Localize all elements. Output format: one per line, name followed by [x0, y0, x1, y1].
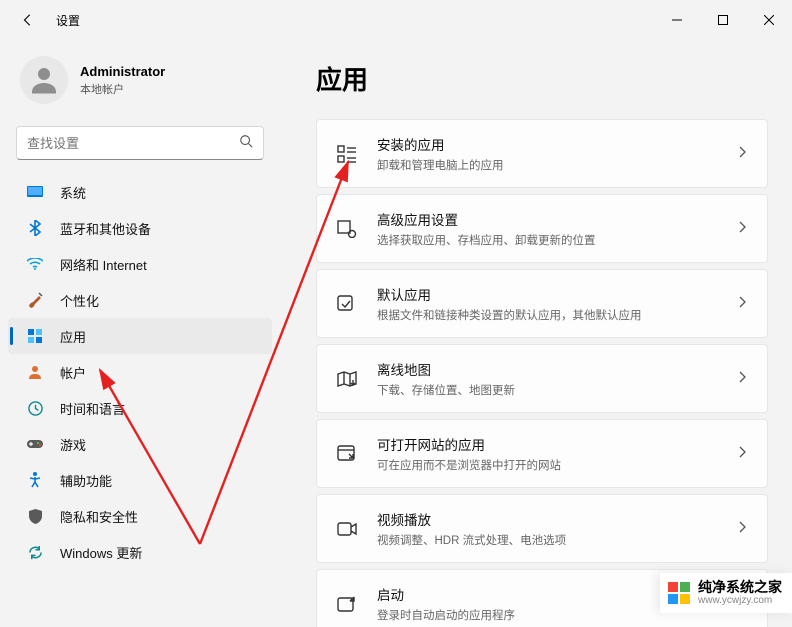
card-subtitle: 可在应用而不是浏览器中打开的网站	[377, 457, 739, 473]
accessibility-icon	[26, 471, 44, 489]
sidebar-item-bluetooth[interactable]: 蓝牙和其他设备	[8, 210, 272, 246]
nav-list: 系统 蓝牙和其他设备 网络和 Internet 个性化 应用 帐户	[8, 174, 272, 570]
bluetooth-icon	[26, 219, 44, 237]
sidebar-item-privacy[interactable]: 隐私和安全性	[8, 498, 272, 534]
website-apps-icon	[335, 442, 359, 466]
update-icon	[26, 543, 44, 561]
map-icon	[335, 367, 359, 391]
card-default-apps[interactable]: 默认应用 根据文件和链接种类设置的默认应用，其他默认应用	[316, 269, 768, 338]
search-input[interactable]	[27, 136, 239, 151]
sidebar-item-label: 网络和 Internet	[60, 255, 147, 274]
titlebar: 设置	[0, 0, 792, 40]
card-offline-maps[interactable]: 离线地图 下载、存储位置、地图更新	[316, 344, 768, 413]
card-subtitle: 卸载和管理电脑上的应用	[377, 157, 739, 173]
user-name: Administrator	[80, 64, 165, 79]
minimize-button[interactable]	[654, 0, 700, 40]
sidebar-item-accounts[interactable]: 帐户	[8, 354, 272, 390]
card-subtitle: 根据文件和链接种类设置的默认应用，其他默认应用	[377, 307, 739, 323]
chevron-right-icon	[739, 220, 747, 238]
window-controls	[654, 0, 792, 40]
sidebar-item-label: 应用	[60, 327, 86, 346]
sidebar: Administrator 本地帐户 系统 蓝牙和其他设备 网络和 Intern…	[0, 40, 280, 627]
sidebar-item-windows-update[interactable]: Windows 更新	[8, 534, 272, 570]
sidebar-item-network[interactable]: 网络和 Internet	[8, 246, 272, 282]
gaming-icon	[26, 435, 44, 453]
sidebar-item-label: 时间和语言	[60, 399, 125, 418]
search-icon	[239, 134, 253, 153]
maximize-button[interactable]	[700, 0, 746, 40]
card-subtitle: 下载、存储位置、地图更新	[377, 382, 739, 398]
watermark-logo	[668, 582, 690, 604]
card-title: 可打开网站的应用	[377, 434, 739, 454]
chevron-right-icon	[739, 295, 747, 313]
sidebar-item-system[interactable]: 系统	[8, 174, 272, 210]
sidebar-item-accessibility[interactable]: 辅助功能	[8, 462, 272, 498]
startup-icon	[335, 592, 359, 616]
card-installed-apps[interactable]: 安装的应用 卸载和管理电脑上的应用	[316, 119, 768, 188]
sidebar-item-apps[interactable]: 应用	[8, 318, 272, 354]
chevron-right-icon	[739, 145, 747, 163]
sidebar-item-label: Windows 更新	[60, 543, 142, 562]
card-video-playback[interactable]: 视频播放 视频调整、HDR 流式处理、电池选项	[316, 494, 768, 563]
main-content: 应用 安装的应用 卸载和管理电脑上的应用 高级应用设置 选择获取应用、存档应用、…	[280, 40, 792, 627]
advanced-settings-icon	[335, 217, 359, 241]
sidebar-item-label: 个性化	[60, 291, 99, 310]
watermark-text: 纯净系统之家	[698, 580, 782, 595]
chevron-right-icon	[739, 520, 747, 538]
card-title: 默认应用	[377, 284, 739, 304]
brush-icon	[26, 291, 44, 309]
sidebar-item-label: 辅助功能	[60, 471, 112, 490]
chevron-right-icon	[739, 370, 747, 388]
sidebar-item-gaming[interactable]: 游戏	[8, 426, 272, 462]
accounts-icon	[26, 363, 44, 381]
video-icon	[335, 517, 359, 541]
user-subtitle: 本地帐户	[80, 81, 165, 97]
back-button[interactable]	[12, 4, 44, 36]
page-title: 应用	[316, 60, 768, 97]
installed-apps-icon	[335, 142, 359, 166]
wifi-icon	[26, 255, 44, 273]
sidebar-item-label: 游戏	[60, 435, 86, 454]
close-button[interactable]	[746, 0, 792, 40]
card-title: 离线地图	[377, 359, 739, 379]
card-apps-for-websites[interactable]: 可打开网站的应用 可在应用而不是浏览器中打开的网站	[316, 419, 768, 488]
card-title: 安装的应用	[377, 134, 739, 154]
card-subtitle: 选择获取应用、存档应用、卸载更新的位置	[377, 232, 739, 248]
watermark: 纯净系统之家 www.ycwjzy.com	[660, 573, 792, 613]
sidebar-item-time-language[interactable]: 时间和语言	[8, 390, 272, 426]
sidebar-item-label: 系统	[60, 183, 86, 202]
chevron-right-icon	[739, 445, 747, 463]
window-title: 设置	[56, 12, 80, 29]
sidebar-item-label: 蓝牙和其他设备	[60, 219, 151, 238]
card-advanced-app-settings[interactable]: 高级应用设置 选择获取应用、存档应用、卸载更新的位置	[316, 194, 768, 263]
shield-icon	[26, 507, 44, 525]
clock-icon	[26, 399, 44, 417]
sidebar-item-label: 帐户	[60, 363, 86, 382]
card-subtitle: 视频调整、HDR 流式处理、电池选项	[377, 532, 739, 548]
system-icon	[26, 183, 44, 201]
sidebar-item-personalization[interactable]: 个性化	[8, 282, 272, 318]
apps-icon	[26, 327, 44, 345]
card-title: 视频播放	[377, 509, 739, 529]
search-box[interactable]	[16, 126, 264, 160]
card-title: 高级应用设置	[377, 209, 739, 229]
sidebar-item-label: 隐私和安全性	[60, 507, 138, 526]
watermark-url: www.ycwjzy.com	[698, 595, 782, 606]
user-block[interactable]: Administrator 本地帐户	[8, 40, 272, 122]
avatar	[20, 56, 68, 104]
default-apps-icon	[335, 292, 359, 316]
